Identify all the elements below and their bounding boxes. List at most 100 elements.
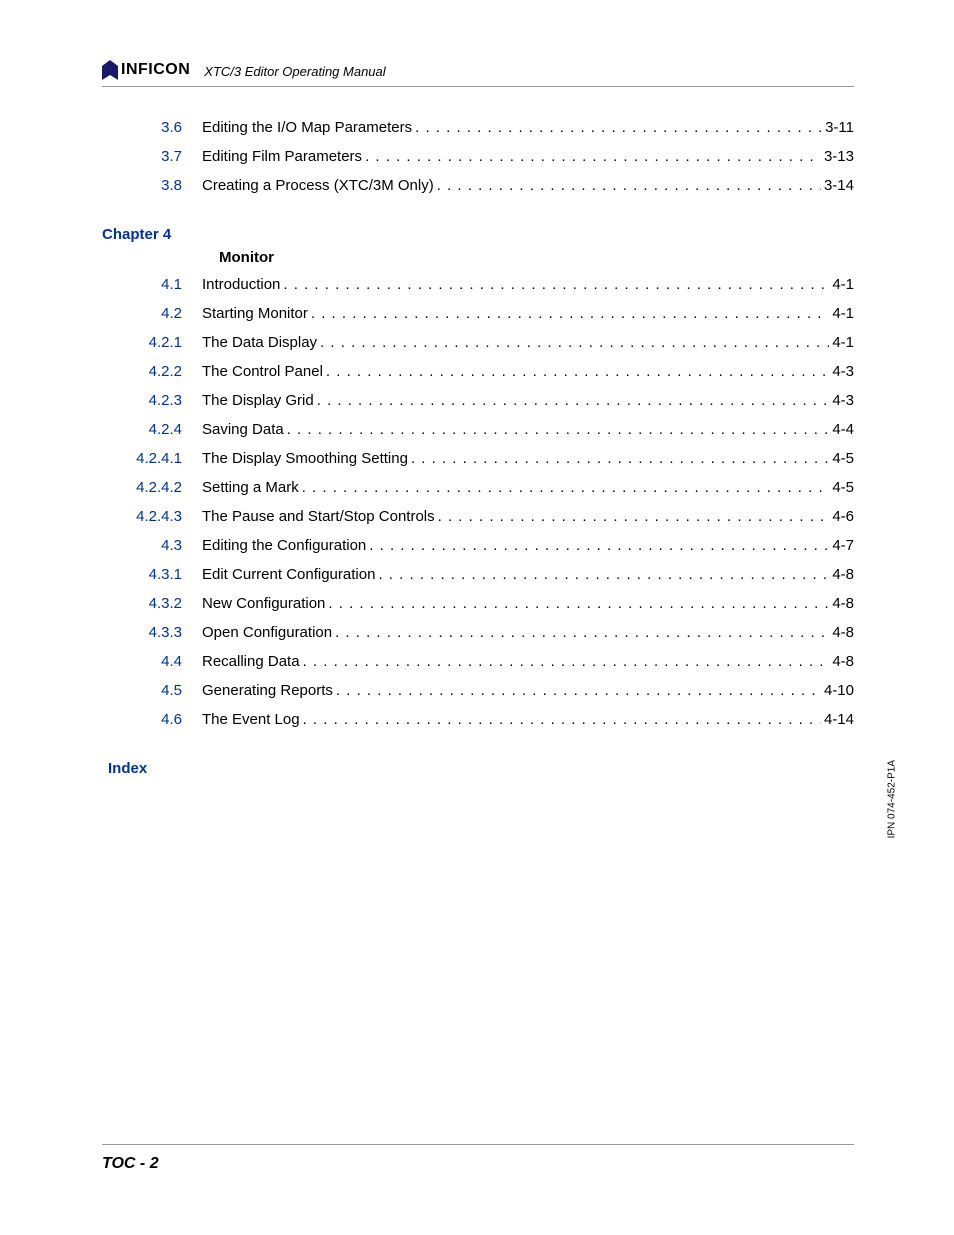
toc-leader-dots — [378, 564, 829, 585]
document-title: XTC/3 Editor Operating Manual — [204, 64, 385, 80]
toc-leader-dots — [336, 680, 821, 701]
toc-number: 4.2.4.1 — [102, 448, 202, 469]
toc-title: Creating a Process (XTC/3M Only) — [202, 175, 434, 196]
toc-title: The Event Log — [202, 709, 300, 730]
toc-title: The Display Grid — [202, 390, 314, 411]
toc-leader-dots — [411, 448, 829, 469]
toc-entry[interactable]: 4.2 Starting Monitor 4-1 — [102, 303, 854, 324]
side-part-number: IPN 074-452-P1A — [886, 760, 897, 838]
toc-leader-dots — [283, 274, 829, 295]
toc-number: 4.2.4.2 — [102, 477, 202, 498]
toc-leader-dots — [328, 593, 829, 614]
toc-title: Edit Current Configuration — [202, 564, 375, 585]
toc-page: 4-10 — [824, 680, 854, 701]
toc-entry[interactable]: 4.6 The Event Log 4-14 — [102, 709, 854, 730]
toc-entry[interactable]: 4.5 Generating Reports 4-10 — [102, 680, 854, 701]
toc-leader-dots — [438, 506, 830, 527]
toc-leader-dots — [365, 146, 821, 167]
toc-entry[interactable]: 4.2.4.2 Setting a Mark 4-5 — [102, 477, 854, 498]
toc-page: 3-11 — [825, 117, 854, 138]
toc-number: 4.6 — [102, 709, 202, 730]
toc-entry[interactable]: 4.3.3 Open Configuration 4-8 — [102, 622, 854, 643]
toc-number: 4.4 — [102, 651, 202, 672]
toc-number: 4.2.4 — [102, 419, 202, 440]
toc-title: Recalling Data — [202, 651, 300, 672]
toc-entry[interactable]: 4.2.3 The Display Grid 4-3 — [102, 390, 854, 411]
toc-title: Setting a Mark — [202, 477, 299, 498]
toc-entry[interactable]: 4.2.1 The Data Display 4-1 — [102, 332, 854, 353]
toc-number: 4.1 — [102, 274, 202, 295]
toc-number: 4.3 — [102, 535, 202, 556]
brand-name: INFICON — [121, 61, 190, 79]
toc-page: 4-5 — [832, 477, 854, 498]
toc-page: 4-8 — [832, 622, 854, 643]
toc-leader-dots — [317, 390, 830, 411]
toc-page: 4-8 — [832, 593, 854, 614]
toc-entry[interactable]: 4.2.4.1 The Display Smoothing Setting 4-5 — [102, 448, 854, 469]
index-heading[interactable]: Index — [108, 760, 854, 777]
toc-leader-dots — [335, 622, 829, 643]
toc-number: 3.6 — [102, 117, 202, 138]
toc-leader-dots — [311, 303, 829, 324]
brand-logo-icon — [102, 60, 118, 80]
toc-page: 3-13 — [824, 146, 854, 167]
toc-number: 4.2 — [102, 303, 202, 324]
toc-entry[interactable]: 3.6 Editing the I/O Map Parameters 3-11 — [102, 117, 854, 138]
toc-entry[interactable]: 4.4 Recalling Data 4-8 — [102, 651, 854, 672]
toc-page: 4-1 — [832, 332, 854, 353]
toc-page: 4-14 — [824, 709, 854, 730]
toc-leader-dots — [320, 332, 829, 353]
toc-number: 4.5 — [102, 680, 202, 701]
toc-number: 3.8 — [102, 175, 202, 196]
toc-page: 4-5 — [832, 448, 854, 469]
toc-number: 4.3.3 — [102, 622, 202, 643]
toc-leader-dots — [369, 535, 829, 556]
toc-page: 4-7 — [832, 535, 854, 556]
toc-title: Saving Data — [202, 419, 284, 440]
toc-leader-dots — [302, 477, 830, 498]
chapter-title: Monitor — [219, 249, 854, 266]
toc-entry[interactable]: 4.1 Introduction4-1 — [102, 274, 854, 295]
toc-page: 4-3 — [832, 390, 854, 411]
toc-title: Editing Film Parameters — [202, 146, 362, 167]
toc-title: Generating Reports — [202, 680, 333, 701]
toc-title: The Data Display — [202, 332, 317, 353]
toc-title: Editing the Configuration — [202, 535, 366, 556]
toc-title: Introduction — [202, 274, 280, 295]
brand-logo: INFICON — [102, 60, 190, 80]
toc-entry[interactable]: 4.3.2 New Configuration4-8 — [102, 593, 854, 614]
toc-leader-dots — [303, 709, 821, 730]
toc-entry[interactable]: 4.3 Editing the Configuration 4-7 — [102, 535, 854, 556]
toc-title: Open Configuration — [202, 622, 332, 643]
toc-entry[interactable]: 4.2.4.3 The Pause and Start/Stop Control… — [102, 506, 854, 527]
toc-number: 4.2.1 — [102, 332, 202, 353]
toc-leader-dots — [437, 175, 821, 196]
toc-page: 4-8 — [832, 564, 854, 585]
toc-leader-dots — [303, 651, 830, 672]
toc-number: 4.3.2 — [102, 593, 202, 614]
toc-title: The Display Smoothing Setting — [202, 448, 408, 469]
toc-entry[interactable]: 3.7 Editing Film Parameters 3-13 — [102, 146, 854, 167]
toc-title: The Control Panel — [202, 361, 323, 382]
toc-entry[interactable]: 4.2.2 The Control Panel4-3 — [102, 361, 854, 382]
toc-leader-dots — [415, 117, 822, 138]
toc-entry[interactable]: 4.3.1 Edit Current Configuration 4-8 — [102, 564, 854, 585]
toc-page: 4-6 — [832, 506, 854, 527]
toc-title: The Pause and Start/Stop Controls — [202, 506, 435, 527]
toc-entry[interactable]: 3.8 Creating a Process (XTC/3M Only) 3-1… — [102, 175, 854, 196]
toc-page: 4-8 — [832, 651, 854, 672]
toc-entry[interactable]: 4.2.4 Saving Data4-4 — [102, 419, 854, 440]
toc-title: Editing the I/O Map Parameters — [202, 117, 412, 138]
toc-title: Starting Monitor — [202, 303, 308, 324]
chapter-heading[interactable]: Chapter 4 — [102, 226, 854, 243]
toc-number: 4.3.1 — [102, 564, 202, 585]
toc-page: 3-14 — [824, 175, 854, 196]
toc-number: 4.2.3 — [102, 390, 202, 411]
page-footer: TOC - 2 — [102, 1144, 854, 1173]
toc-number: 4.2.4.3 — [102, 506, 202, 527]
toc-page: 4-1 — [832, 303, 854, 324]
page-header: INFICON XTC/3 Editor Operating Manual — [102, 60, 854, 87]
toc-leader-dots — [326, 361, 829, 382]
table-of-contents: 3.6 Editing the I/O Map Parameters 3-11 … — [102, 117, 854, 777]
toc-page: 4-3 — [832, 361, 854, 382]
